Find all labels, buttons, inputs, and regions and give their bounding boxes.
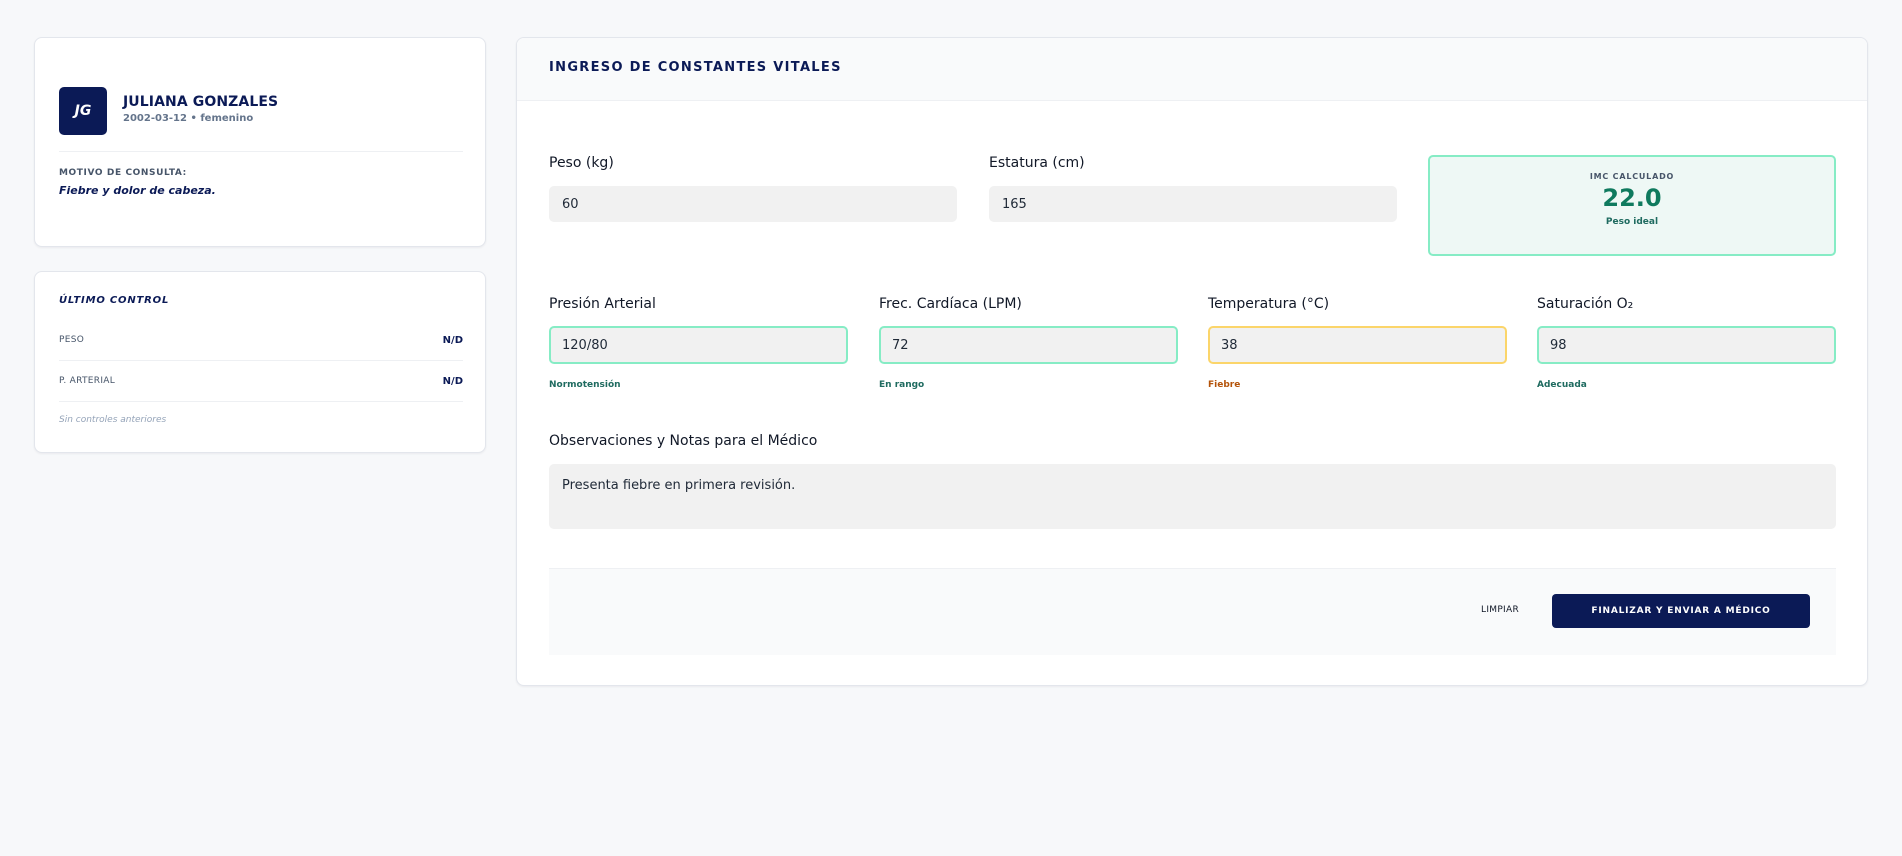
temperature-input[interactable] [1208, 326, 1507, 364]
blood-pressure-input[interactable] [549, 326, 848, 364]
last-control-card: ÚLTIMO CONTROL PESO N/D P. ARTERIAL N/D … [34, 271, 486, 453]
page-title: INGRESO DE CONSTANTES VITALES [549, 60, 842, 75]
weight-label: Peso (kg) [549, 155, 614, 171]
reason-text: Fiebre y dolor de cabeza. [59, 184, 216, 197]
heart-rate-label: Frec. Cardíaca (LPM) [879, 296, 1022, 312]
patient-name: JULIANA GONZALES [123, 94, 279, 110]
patient-card: JG JULIANA GONZALES 2002-03-12 • femenin… [34, 37, 486, 247]
blood-pressure-label: Presión Arterial [549, 296, 656, 312]
heart-rate-input[interactable] [879, 326, 1178, 364]
empty-state-text: Sin controles anteriores [59, 415, 167, 425]
vitals-form-card: INGRESO DE CONSTANTES VITALES Peso (kg) … [516, 37, 1868, 686]
height-label: Estatura (cm) [989, 155, 1085, 171]
imc-label: IMC CALCULADO [1589, 172, 1675, 181]
weight-input[interactable] [549, 186, 957, 222]
notes-textarea[interactable]: Presenta fiebre en primera revisión. [549, 464, 1836, 529]
reason-label: MOTIVO DE CONSULTA: [59, 168, 187, 178]
row-value: N/D [442, 375, 463, 387]
temperature-status: Fiebre [1208, 380, 1241, 390]
row-label: PESO [59, 335, 85, 345]
patient-meta: 2002-03-12 • femenino [123, 113, 254, 124]
blood-pressure-status: Normotensión [549, 380, 621, 390]
temperature-label: Temperatura (°C) [1208, 296, 1330, 312]
last-control-row-pressure: P. ARTERIAL N/D [59, 361, 463, 402]
last-control-row-weight: PESO N/D [59, 320, 463, 361]
oxygen-saturation-input[interactable] [1537, 326, 1836, 364]
notes-label: Observaciones y Notas para el Médico [549, 433, 818, 449]
form-footer: LIMPIAR FINALIZAR Y ENVIAR A MÉDICO [549, 568, 1836, 655]
clear-button[interactable]: LIMPIAR [1481, 605, 1519, 615]
divider [59, 151, 463, 152]
imc-value: 22.0 [1602, 184, 1662, 212]
submit-button[interactable]: FINALIZAR Y ENVIAR A MÉDICO [1552, 594, 1810, 628]
heart-rate-status: En rango [879, 380, 925, 390]
form-header: INGRESO DE CONSTANTES VITALES [517, 38, 1867, 101]
avatar: JG [59, 87, 107, 135]
last-control-title: ÚLTIMO CONTROL [59, 295, 170, 306]
oxygen-saturation-status: Adecuada [1537, 380, 1587, 390]
oxygen-saturation-label: Saturación O₂ [1537, 296, 1634, 312]
row-label: P. ARTERIAL [59, 376, 116, 386]
imc-panel: IMC CALCULADO 22.0 Peso ideal [1428, 155, 1836, 256]
row-value: N/D [442, 334, 463, 346]
height-input[interactable] [989, 186, 1397, 222]
imc-status: Peso ideal [1605, 217, 1659, 227]
